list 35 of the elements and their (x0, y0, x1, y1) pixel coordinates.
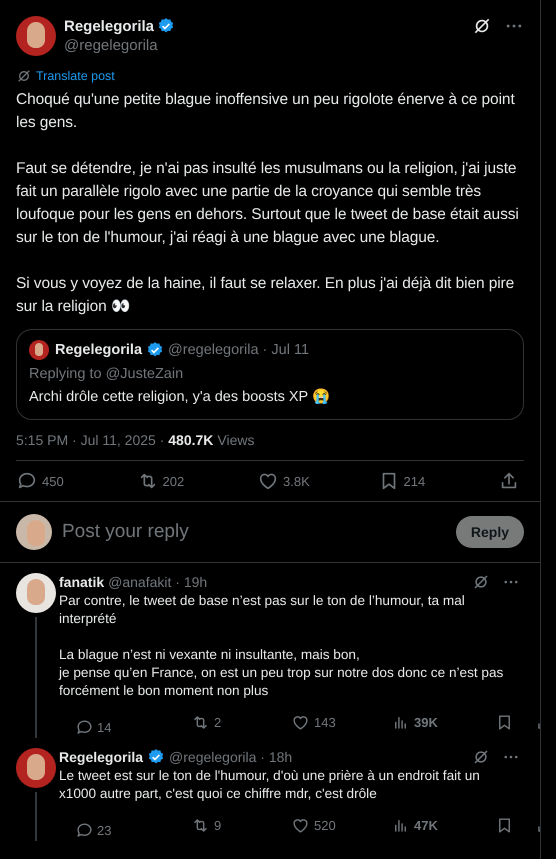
action-count: 14 (97, 720, 112, 734)
translate-link[interactable]: Translate post (36, 69, 115, 83)
author-name[interactable]: fanatik (59, 574, 104, 590)
reply-field[interactable]: Post your reply (60, 520, 448, 544)
action-count: 450 (42, 474, 64, 488)
reply-text: Le tweet est sur le ton de l'humour, d'où une prière à un endroit fait un x1000 autre part, c'est quoi ce chiffre mdr, c'est drôle (59, 767, 481, 803)
post-text: Choqué qu'une petite blague inoffensive un peu rigolote énerve à ce point les gens. (16, 90, 516, 133)
reply-button[interactable]: Reply (456, 516, 524, 548)
action-count: 23 (97, 822, 112, 838)
action-count: 39K (414, 714, 438, 730)
author-handle[interactable]: @anafakit · 19h (108, 574, 208, 590)
author-handle[interactable]: @regelegorila · 18h (169, 749, 292, 765)
action-count: 143 (314, 714, 336, 730)
action-count: 47K (414, 818, 438, 832)
action-count: 9 (214, 818, 222, 832)
replying-to: Replying to @JusteZain (29, 366, 184, 382)
post-text: Faut se détendre, je n'ai pas insulté les musulmans ou la religion, j'ai juste fait un parallèle rigolo avec une partie de la croyance qui semble très loufoque pour les gens en dehors. Surtout que le tweet de base était aussi sur le ton de l'humour, j'ai réagi à une blague avec une blague. (16, 159, 520, 248)
reply-text: Par contre, le tweet de base n’est pas sur le ton de l’humour, ta mal interprété (59, 592, 466, 628)
quoted-post[interactable]: Regelegorila @regelegorila · Jul 11 Replying to @JusteZain Archi drôle cette religion, y'a des boosts XP 😭 (16, 329, 524, 420)
author-name[interactable]: Regelegorila (59, 749, 144, 765)
action-count: 2 (214, 714, 222, 730)
view-count: 480.7K (168, 432, 214, 448)
author-handle[interactable]: @regelegorila (64, 37, 176, 54)
author-name[interactable]: Regelegorila (64, 18, 154, 34)
action-count: 3.8K (283, 474, 310, 488)
action-count: 520 (314, 818, 336, 832)
quoted-text: Archi drôle cette religion, y'a des boosts XP 😭 (29, 388, 331, 405)
post-timestamp: 5:15 PM · Jul 11, 2025 · (16, 432, 166, 448)
author-handle: @regelegorila · Jul 11 (168, 342, 310, 358)
post-text: Si vous y voyez de la haine, il faut se relaxer. En plus j'ai déjà dit bien pire sur la religion 👀 (16, 274, 516, 317)
author-name: Regelegorila (55, 342, 142, 358)
reply-text: La blague n’est ni vexante ni insultante, mais bon, je pense qu’en France, on est un peu trop sur notre dos donc ce n’est pas forcément le bon moment non plus (59, 646, 504, 700)
views-label: Views (217, 432, 255, 448)
action-count: 214 (404, 474, 426, 488)
action-count: 202 (162, 474, 184, 488)
